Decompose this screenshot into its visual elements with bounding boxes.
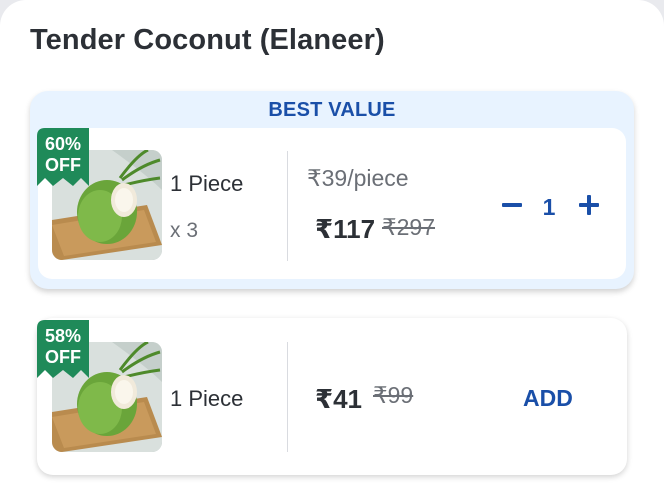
minus-icon [502, 203, 522, 207]
mrp-price: ₹99 [373, 382, 414, 408]
pack-label: 1 Piece [170, 386, 244, 411]
decrement-button[interactable] [497, 190, 527, 220]
pack-label: 1 Piece [170, 171, 244, 196]
best-value-tag: BEST VALUE [268, 99, 396, 121]
plus-icon [579, 195, 599, 215]
product-title: Tender Coconut (Elaneer) [30, 24, 385, 56]
discount-percent: 58% [44, 326, 82, 346]
mrp-price: ₹297 [382, 214, 436, 240]
discount-badge: 58% OFF [37, 320, 89, 378]
discount-off-label: OFF [45, 347, 81, 367]
divider [287, 342, 288, 452]
selling-price: ₹41 [315, 384, 363, 414]
add-button[interactable]: ADD [523, 385, 573, 412]
selling-price: ₹117 [315, 214, 376, 244]
discount-off-label: OFF [45, 155, 81, 175]
unit-price: ₹39/piece [307, 165, 409, 191]
pack-multiplier: x 3 [170, 219, 199, 242]
quantity-value: 1 [542, 194, 556, 220]
divider [287, 151, 288, 261]
increment-button[interactable] [574, 190, 604, 220]
discount-badge: 60% OFF [37, 128, 89, 186]
product-variant-sheet: Tender Coconut (Elaneer) BEST VALUE 60% [0, 0, 664, 500]
discount-percent: 60% [44, 134, 82, 154]
